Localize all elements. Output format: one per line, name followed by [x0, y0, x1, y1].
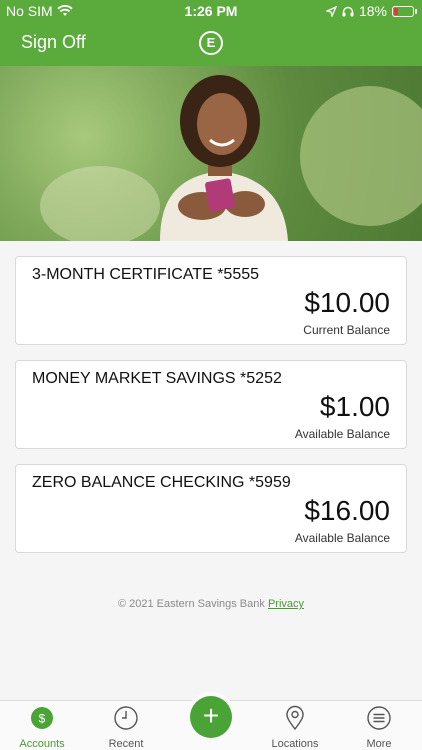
- tab-label: Locations: [271, 738, 319, 750]
- nav-bar: Sign Off E: [0, 22, 422, 66]
- bank-logo-icon: E: [199, 31, 223, 55]
- account-name: MONEY MARKET SAVINGS *5252: [32, 370, 282, 387]
- battery-percent: 18%: [358, 3, 387, 19]
- tab-label: More: [366, 738, 392, 750]
- balance-label: Available Balance: [294, 531, 390, 545]
- menu-icon: [367, 706, 391, 730]
- hero-image: [0, 66, 422, 241]
- location-pin-icon: [286, 705, 304, 731]
- account-balance: $1.00: [319, 391, 390, 422]
- add-button[interactable]: +: [190, 696, 232, 738]
- balance-label: Available Balance: [294, 427, 390, 441]
- app-header: No SIM 1:26 PM 18% Sign Off E: [0, 0, 422, 66]
- balance-label: Current Balance: [303, 323, 390, 337]
- status-bar: No SIM 1:26 PM 18%: [0, 0, 422, 22]
- accounts-dollar-icon: $: [31, 707, 53, 729]
- tab-locations[interactable]: Locations: [253, 705, 337, 750]
- account-name: 3-MONTH CERTIFICATE *5555: [32, 266, 260, 283]
- headphones-icon: [342, 6, 354, 16]
- tab-recent[interactable]: Recent: [84, 705, 168, 750]
- sign-off-button[interactable]: Sign Off: [21, 32, 86, 53]
- footer: © 2021 Eastern Savings Bank Privacy: [0, 598, 422, 610]
- clock-icon: [114, 706, 138, 730]
- account-card[interactable]: MONEY MARKET SAVINGS *5252 $1.00 Availab…: [15, 360, 407, 449]
- account-balance: $16.00: [304, 495, 390, 526]
- tab-label: Accounts: [19, 738, 65, 750]
- svg-text:$: $: [39, 712, 46, 726]
- account-card[interactable]: ZERO BALANCE CHECKING *5959 $16.00 Avail…: [15, 464, 407, 553]
- tab-more[interactable]: More: [337, 705, 421, 750]
- battery-icon: [392, 5, 417, 17]
- location-arrow-icon: [325, 5, 337, 17]
- account-name: ZERO BALANCE CHECKING *5959: [32, 474, 291, 491]
- copyright-text: © 2021 Eastern Savings Bank: [117, 598, 265, 610]
- account-balance: $10.00: [304, 287, 390, 318]
- privacy-link[interactable]: Privacy: [268, 598, 304, 610]
- tab-accounts[interactable]: $ Accounts: [0, 705, 84, 750]
- tab-label: Recent: [108, 738, 144, 750]
- woman-with-phone-image: [160, 75, 288, 241]
- account-card[interactable]: 3-MONTH CERTIFICATE *5555 $10.00 Current…: [15, 256, 407, 345]
